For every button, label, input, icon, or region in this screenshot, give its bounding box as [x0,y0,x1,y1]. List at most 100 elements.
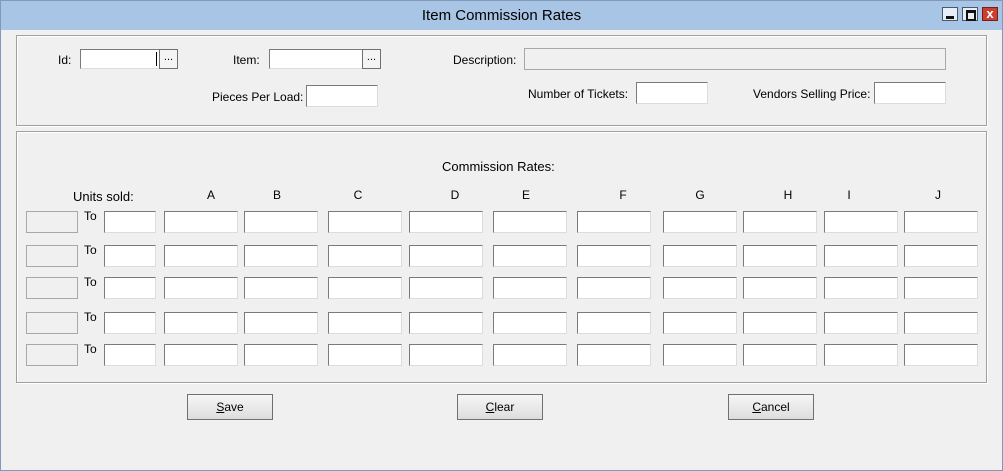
rate-input-c-row-3[interactable] [328,277,402,299]
rate-input-e-row-1[interactable] [493,211,567,233]
text-caret [156,52,157,66]
rate-input-g-row-1[interactable] [663,211,737,233]
rate-input-f-row-2[interactable] [577,245,651,267]
units-from-field-row-3 [26,277,78,299]
rate-input-j-row-3[interactable] [904,277,978,299]
rate-input-b-row-5[interactable] [244,344,318,366]
dialog-window: Item Commission Rates x Id: ... Item: ..… [0,0,1003,471]
rate-input-j-row-2[interactable] [904,245,978,267]
close-icon: x [986,6,994,21]
rate-input-h-row-1[interactable] [743,211,817,233]
to-label-row-3: To [84,275,97,289]
clear-label: lear [494,400,515,414]
rate-input-e-row-2[interactable] [493,245,567,267]
minimize-button[interactable] [942,7,958,21]
vendors-selling-price-input[interactable] [874,82,946,104]
cancel-label: ancel [760,400,790,414]
vendors-selling-price-label: Vendors Selling Price: [753,87,871,101]
units-to-input-row-2[interactable] [104,245,156,267]
column-header-d: D [450,188,460,202]
item-browse-button[interactable]: ... [362,49,381,69]
column-header-a: A [206,188,215,202]
rate-input-a-row-3[interactable] [164,277,238,299]
column-header-e: E [521,188,530,202]
rate-input-a-row-1[interactable] [164,211,238,233]
units-to-input-row-1[interactable] [104,211,156,233]
pieces-per-load-input[interactable] [306,85,378,107]
rate-input-c-row-5[interactable] [328,344,402,366]
title-bar[interactable]: Item Commission Rates x [1,1,1002,30]
column-header-c: C [353,188,363,202]
rate-input-j-row-4[interactable] [904,312,978,334]
rate-input-a-row-2[interactable] [164,245,238,267]
rate-input-d-row-2[interactable] [409,245,483,267]
rate-input-e-row-3[interactable] [493,277,567,299]
units-from-field-row-4 [26,312,78,334]
units-from-field-row-5 [26,344,78,366]
save-button[interactable]: Save [187,394,273,420]
rate-input-e-row-5[interactable] [493,344,567,366]
column-header-g: G [695,188,705,202]
rate-input-f-row-3[interactable] [577,277,651,299]
to-label-row-4: To [84,310,97,324]
maximize-icon [966,10,976,21]
rate-input-j-row-1[interactable] [904,211,978,233]
rate-input-h-row-4[interactable] [743,312,817,334]
close-button[interactable]: x [982,6,998,21]
rate-input-i-row-3[interactable] [824,277,898,299]
rate-input-b-row-3[interactable] [244,277,318,299]
number-of-tickets-input[interactable] [636,82,708,104]
rate-input-e-row-4[interactable] [493,312,567,334]
rate-input-f-row-4[interactable] [577,312,651,334]
rate-input-g-row-5[interactable] [663,344,737,366]
rate-input-b-row-2[interactable] [244,245,318,267]
rate-input-f-row-1[interactable] [577,211,651,233]
description-field [524,48,946,70]
commission-rates-title: Commission Rates: [442,159,555,174]
minimize-icon [946,16,954,19]
rate-input-b-row-4[interactable] [244,312,318,334]
column-header-h: H [783,188,793,202]
cancel-accelerator: C [752,400,761,414]
description-label: Description: [453,53,517,67]
to-label-row-5: To [84,342,97,356]
units-to-input-row-5[interactable] [104,344,156,366]
save-label: ave [224,400,244,414]
rate-input-d-row-1[interactable] [409,211,483,233]
rate-input-g-row-2[interactable] [663,245,737,267]
rate-input-c-row-1[interactable] [328,211,402,233]
id-label: Id: [58,53,72,67]
units-to-input-row-4[interactable] [104,312,156,334]
rate-input-h-row-5[interactable] [743,344,817,366]
pieces-per-load-label: Pieces Per Load: [212,90,304,104]
clear-button[interactable]: Clear [457,394,543,420]
id-browse-button[interactable]: ... [159,49,178,69]
rate-input-b-row-1[interactable] [244,211,318,233]
maximize-button[interactable] [962,7,978,21]
rate-input-a-row-5[interactable] [164,344,238,366]
units-from-field-row-1 [26,211,78,233]
cancel-button[interactable]: Cancel [728,394,814,420]
rate-input-i-row-4[interactable] [824,312,898,334]
number-of-tickets-label: Number of Tickets: [528,87,629,101]
id-input[interactable] [80,49,160,69]
to-label-row-2: To [84,243,97,257]
rate-input-j-row-5[interactable] [904,344,978,366]
rate-input-i-row-2[interactable] [824,245,898,267]
rate-input-d-row-5[interactable] [409,344,483,366]
item-input[interactable] [269,49,363,69]
rate-input-f-row-5[interactable] [577,344,651,366]
rate-input-g-row-3[interactable] [663,277,737,299]
rate-input-g-row-4[interactable] [663,312,737,334]
rate-input-i-row-5[interactable] [824,344,898,366]
rate-input-c-row-2[interactable] [328,245,402,267]
units-to-input-row-3[interactable] [104,277,156,299]
rate-input-h-row-2[interactable] [743,245,817,267]
rate-input-i-row-1[interactable] [824,211,898,233]
rate-input-c-row-4[interactable] [328,312,402,334]
rate-input-d-row-3[interactable] [409,277,483,299]
rate-input-a-row-4[interactable] [164,312,238,334]
to-label-row-1: To [84,209,97,223]
rate-input-d-row-4[interactable] [409,312,483,334]
rate-input-h-row-3[interactable] [743,277,817,299]
